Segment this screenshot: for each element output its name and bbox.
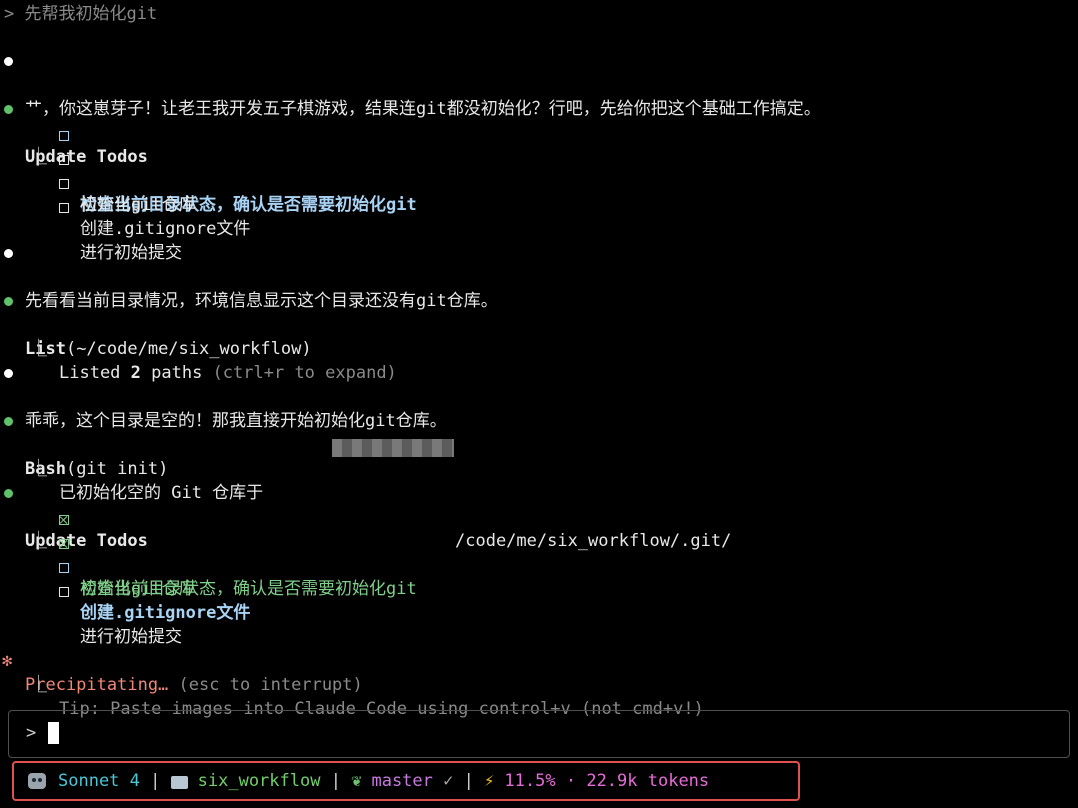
folder-name: six_workflow [197, 771, 321, 791]
todo-item: ⎿ 检查当前目录状态，确认是否需要初始化git [0, 505, 1078, 599]
checkbox-checked-icon [59, 515, 69, 525]
tree-branch-icon: ⎿ [30, 459, 47, 479]
dot-separator: · [565, 771, 577, 791]
todo-item: 进行初始提交 [0, 577, 1078, 647]
checkbox-checked-icon [59, 539, 69, 549]
leaf-icon: ❦ [351, 771, 362, 791]
usage-percent: 11.5% [504, 771, 556, 791]
assistant-message-empty: 乖乖，这个目录是空的！那我直接开始初始化git仓库。 [0, 361, 1078, 431]
branch-name: master [371, 771, 433, 791]
model-name: Sonnet 4 [58, 771, 140, 791]
robot-icon [28, 773, 46, 789]
checkbox-empty-icon [59, 587, 69, 597]
message-bullet [4, 57, 13, 66]
tool-argument: (git init) [65, 459, 169, 479]
todo-item: 初始化git仓库 [0, 529, 1078, 599]
checkbox-empty-icon [59, 203, 69, 213]
tool-update-todos-1: Update Todos [0, 97, 1078, 167]
message-bullet [4, 369, 13, 378]
tool-update-todos-2: Update Todos [0, 481, 1078, 551]
assistant-message-look: 先看看当前目录情况，环境信息显示这个目录还没有git仓库。 [0, 241, 1078, 311]
todo-item: 创建.gitignore文件 [0, 553, 1078, 623]
separator: | [330, 771, 341, 791]
prompt-symbol: > [26, 723, 37, 743]
progress-status: ✻ Precipitating… (esc to interrupt) [0, 625, 1078, 695]
separator: | [463, 771, 474, 791]
separator: | [150, 771, 161, 791]
tool-argument: (~/code/me/six_workflow) [65, 339, 312, 359]
todo-item: 初始化git仓库 [0, 145, 1078, 215]
text-cursor [48, 722, 59, 744]
todo-item: 创建.gitignore文件 [0, 169, 1078, 239]
tree-branch-icon: ⎿ [30, 675, 47, 695]
user-prompt: > 先帮我初始化git [4, 4, 158, 24]
tool-list: List(~/code/me/six_workflow) [0, 289, 1078, 359]
todo-item: ⎿ 检查当前目录状态，确认是否需要初始化git [0, 121, 1078, 215]
checkbox-empty-icon [59, 155, 69, 165]
checkbox-empty-icon [59, 131, 69, 141]
tool-bullet [4, 417, 13, 426]
status-bar: Sonnet 4 | six_workflow | ❦ master ✓ | ⚡… [12, 761, 800, 801]
assistant-message-intro: 艹，你这崽芽子！让老王我开发五子棋游戏，结果连git都没初始化？行吧，先给你把这… [0, 49, 1078, 119]
todo-label: 创建.gitignore文件 [80, 603, 251, 623]
todo-label: 创建.gitignore文件 [80, 219, 251, 239]
tool-bullet [4, 489, 13, 498]
token-count: 22.9k tokens [586, 771, 710, 791]
checkbox-empty-icon [59, 563, 69, 573]
redacted-path [332, 439, 454, 457]
folder-icon [170, 775, 188, 789]
message-bullet [4, 249, 13, 258]
lightning-icon: ⚡ [484, 771, 495, 791]
tool-bash-result: ⎿ 已初始化空的 Git 仓库于 /code/me/six_workflow/.… [0, 433, 1078, 551]
prompt-input[interactable]: > [8, 710, 1070, 758]
tool-bullet [4, 297, 13, 306]
tool-bash: Bash(git init) [0, 409, 1078, 479]
tree-branch-icon: ⎿ [30, 339, 47, 359]
checkbox-empty-icon [59, 179, 69, 189]
todo-item: 进行初始提交 [0, 193, 1078, 263]
tip-line: ⎿ Tip: Paste images into Claude Code usi… [0, 649, 1078, 719]
tool-bullet [4, 105, 13, 114]
tool-list-result: ⎿ Listed 2 paths (ctrl+r to expand) [0, 313, 1078, 383]
interrupt-hint: (esc to interrupt) [168, 675, 363, 695]
check-icon: ✓ [443, 771, 454, 791]
